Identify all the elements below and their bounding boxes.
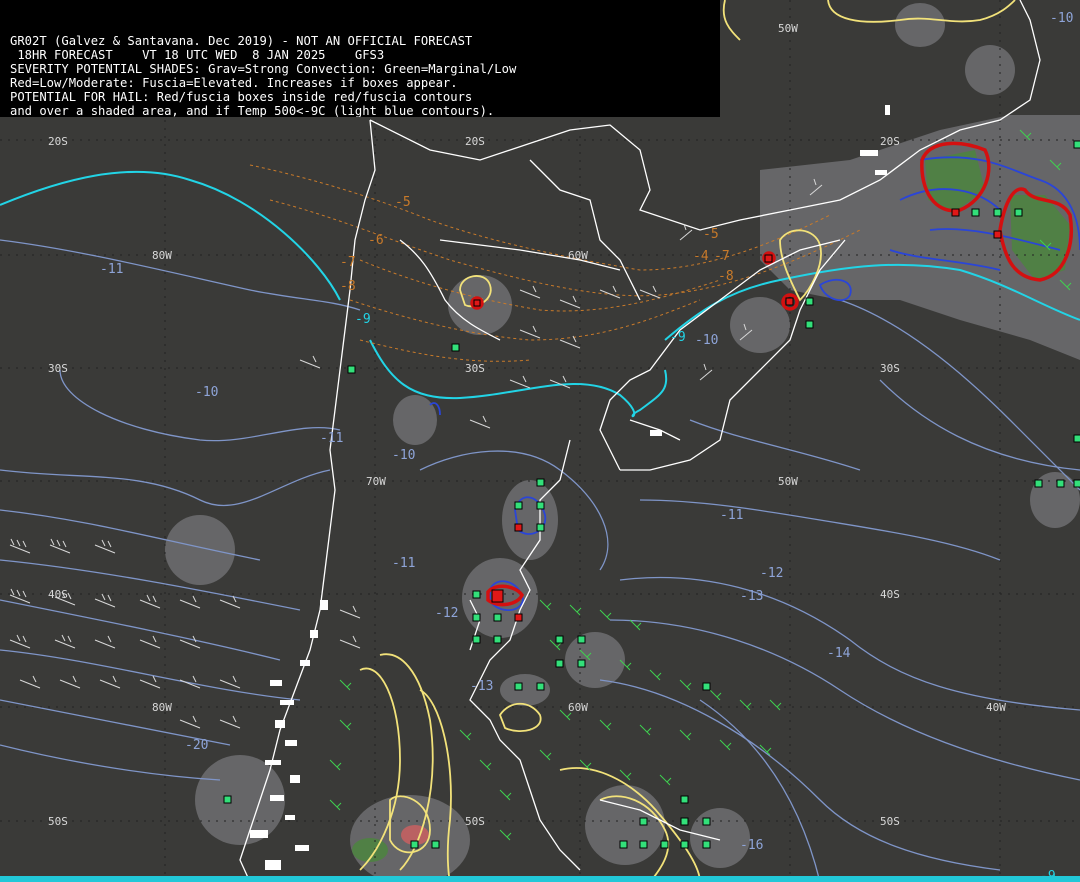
temp-label: -10: [695, 333, 718, 348]
orange-label: -6: [368, 233, 384, 248]
orange-label: -5: [395, 195, 411, 210]
cyan-temp-label: -9: [670, 330, 686, 345]
lat-label-50s: 50S: [880, 815, 900, 828]
header-line: GR02T (Galvez & Santavana. Dec 2019) - N…: [10, 34, 473, 48]
lon-label-60w: 60W: [568, 249, 588, 262]
temp-label: -16: [740, 838, 763, 853]
orange-label: -5: [703, 227, 719, 242]
temp-label: -20: [185, 738, 208, 753]
lat-label-30s: 30S: [48, 362, 68, 375]
weather-map: 20S 20S 20S 30S 30S 30S 40S 40S 50S 50S …: [0, 0, 1080, 882]
header-line: SEVERITY POTENTIAL SHADES: Grav=Strong C…: [10, 62, 517, 76]
header-line: POTENTIAL FOR HAIL: Red/fuscia boxes ins…: [10, 90, 473, 104]
temp-label: -14: [827, 646, 851, 661]
orange-label: -8: [718, 269, 734, 284]
lon-label-80w: 80W: [152, 701, 172, 714]
lat-label-40s: 40S: [880, 588, 900, 601]
lon-label-70w: 70W: [366, 475, 386, 488]
lat-label-20s: 20S: [48, 135, 68, 148]
lat-label-30s: 30S: [880, 362, 900, 375]
lon-label-60w: 60W: [568, 701, 588, 714]
temp-label: -12: [760, 566, 783, 581]
temp-label: -11: [392, 556, 415, 571]
temp-label: -12: [435, 606, 458, 621]
orange-label: -7: [714, 249, 730, 264]
orange-label: -8: [340, 279, 356, 294]
bottom-bar: [0, 876, 1080, 882]
header-line: and over a shaded area, and if Temp 500<…: [10, 104, 495, 117]
temp-label: -11: [320, 431, 343, 446]
cyan-temp-label: -9: [355, 312, 371, 327]
header-line: 18HR FORECAST VT 18 UTC WED 8 JAN 2025 G…: [10, 48, 385, 62]
lat-label-30s: 30S: [465, 362, 485, 375]
forecast-header: GR02T (Galvez & Santavana. Dec 2019) - N…: [0, 0, 720, 117]
temp-label: -13: [470, 679, 493, 694]
orange-label: -7: [340, 255, 356, 270]
header-line: Red=Low/Moderate: Fuscia=Elevated. Incre…: [10, 76, 458, 90]
temp-label: -10: [1050, 11, 1073, 26]
lat-label-50s: 50S: [465, 815, 485, 828]
lat-label-50s: 50S: [48, 815, 68, 828]
orange-label: -4: [693, 249, 709, 264]
temp-label: -10: [195, 385, 218, 400]
lon-label-40w: 40W: [986, 701, 1006, 714]
lat-label-20s: 20S: [880, 135, 900, 148]
lat-label-20s: 20S: [465, 135, 485, 148]
lon-label-80w: 80W: [152, 249, 172, 262]
temp-label: -13: [740, 589, 763, 604]
lat-label-40s: 40S: [48, 588, 68, 601]
lon-label-50w: 50W: [778, 475, 798, 488]
lon-label-50w: 50W: [778, 22, 798, 35]
temp-label: -11: [100, 262, 123, 277]
temp-label: -10: [392, 448, 415, 463]
temp-label: -11: [720, 508, 743, 523]
